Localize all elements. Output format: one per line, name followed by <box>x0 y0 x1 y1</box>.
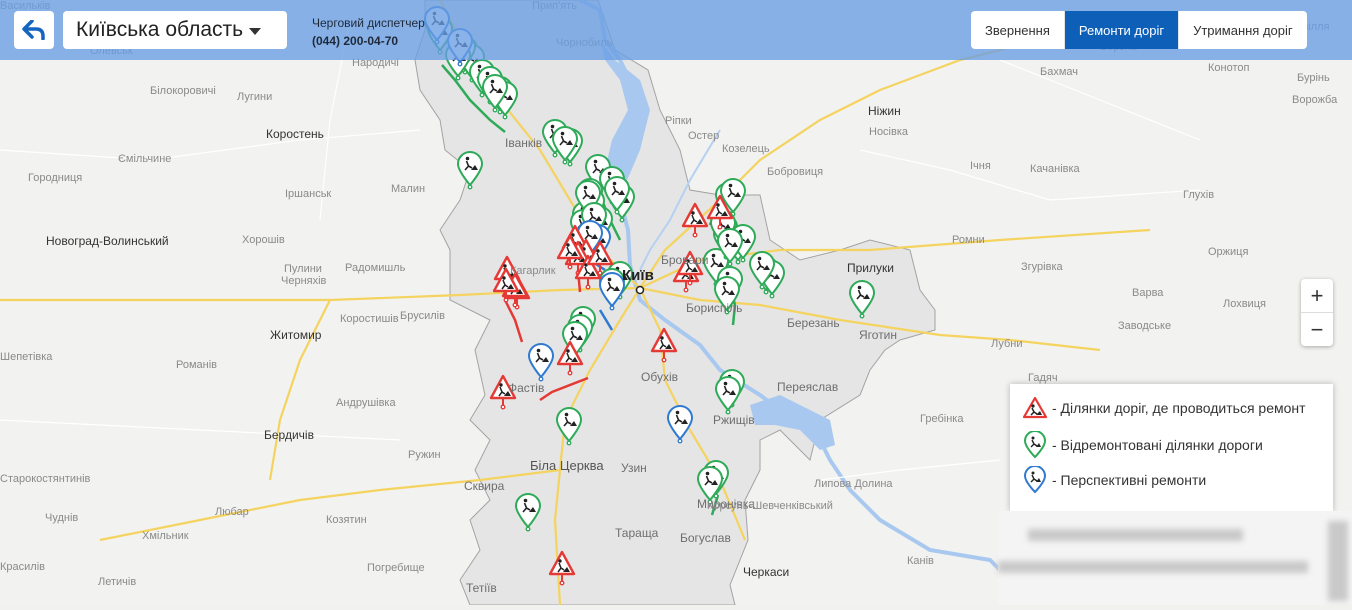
place-label: Київ <box>622 267 654 284</box>
back-button[interactable] <box>14 11 54 49</box>
place-label: Канів <box>907 555 934 567</box>
place-label: Білокоровичі <box>150 85 216 97</box>
place-label: Іршанськ <box>285 188 332 200</box>
planned-pin-icon <box>1023 466 1047 494</box>
place-label: Переяслав <box>777 380 839 394</box>
place-label: Бориспіль <box>686 301 743 315</box>
repair-warning-icon <box>1022 396 1048 419</box>
place-label: Березань <box>787 316 840 330</box>
place-label: Ромни <box>952 234 985 246</box>
place-label: Корсунь-Шевченківський <box>707 500 833 512</box>
place-label: Чуднів <box>45 512 79 524</box>
legend-label-in-repair: - Ділянки доріг, де проводиться ремонт <box>1052 400 1306 416</box>
place-label: Остер <box>688 130 720 142</box>
place-label: Черкаси <box>743 565 790 579</box>
place-label: Бердичів <box>264 428 314 442</box>
legend-item-planned: - Перспективні ремонти <box>1022 466 1206 494</box>
place-label: Шепетівка <box>0 351 53 363</box>
zoom-out-button[interactable]: − <box>1301 313 1333 346</box>
place-label: Сквира <box>464 479 505 493</box>
place-label: Тетіїв <box>466 581 497 595</box>
place-label: Бровари <box>661 253 709 267</box>
legend-label-repaired: - Відремонтовані ділянки дороги <box>1052 437 1263 453</box>
place-label: Хорошів <box>242 234 285 246</box>
legend-item-in-repair: - Ділянки доріг, де проводиться ремонт <box>1022 396 1306 420</box>
legend-item-repaired: - Відремонтовані ділянки дороги <box>1022 431 1263 459</box>
place-label: Глухів <box>1183 189 1215 201</box>
back-arrow-icon <box>22 20 45 40</box>
place-label: Старокостянтинів <box>0 473 91 485</box>
dispatcher-title: Черговий диспетчер <box>312 16 425 30</box>
place-label: Ємільчине <box>118 153 172 165</box>
place-label: Ворожба <box>1292 94 1338 106</box>
place-label: Яготин <box>859 328 898 342</box>
place-label: Бахмач <box>1040 66 1079 78</box>
place-label: Радомишль <box>345 262 406 274</box>
place-label: Носівка <box>869 126 909 138</box>
place-label: Прилуки <box>847 261 894 275</box>
place-label: Новоград-Волинський <box>46 234 169 248</box>
place-label: Кагарлик <box>510 265 556 277</box>
region-name: Київська область <box>76 18 244 41</box>
place-label: Лугини <box>237 91 273 103</box>
legend-label-planned: - Перспективні ремонти <box>1052 472 1207 488</box>
blurred-footer-text <box>998 511 1352 605</box>
place-label: Іванків <box>505 136 543 150</box>
place-label: Оржиця <box>1208 246 1249 258</box>
place-label: Ржищів <box>713 413 755 427</box>
place-label: Конотоп <box>1208 62 1250 74</box>
place-label: Красилів <box>0 561 45 573</box>
tab-road-maintenance[interactable]: Утримання доріг <box>1179 11 1307 49</box>
place-label: Ніжин <box>868 104 901 118</box>
place-label: Погребище <box>367 562 425 574</box>
repaired-pin-icon <box>1023 431 1047 459</box>
place-label: Житомир <box>270 328 322 342</box>
place-label: Гребінка <box>920 413 964 425</box>
place-label: Бурінь <box>1297 72 1330 84</box>
place-label: Узин <box>621 461 647 475</box>
place-label: Козелець <box>722 143 770 155</box>
place-label: Романів <box>176 359 218 371</box>
place-label: Обухів <box>641 370 678 384</box>
place-label: Богуслав <box>680 531 731 545</box>
place-label: Гадяч <box>1028 372 1058 384</box>
place-label: Липова Долина <box>814 478 893 490</box>
place-label: Хмільник <box>142 530 189 542</box>
dispatcher-info: Черговий диспетчер (044) 200-04-70 <box>312 14 425 50</box>
place-label: Фастів <box>508 381 545 395</box>
place-label: Любар <box>215 506 249 518</box>
place-label: Заводське <box>1118 320 1172 332</box>
place-label: Варва <box>1132 287 1164 299</box>
tab-road-repairs[interactable]: Ремонти доріг <box>1064 11 1180 49</box>
place-label: Тараща <box>615 526 659 540</box>
tab-appeals[interactable]: Звернення <box>971 11 1065 49</box>
caret-down-icon <box>249 27 262 35</box>
place-label: Городниця <box>28 172 83 184</box>
place-label: Качанівка <box>1030 163 1080 175</box>
region-select[interactable]: Київська область <box>63 11 287 49</box>
place-label: Лубни <box>991 338 1023 350</box>
place-label: Ічня <box>970 160 991 172</box>
place-label: Ріпки <box>665 115 692 127</box>
kyiv-city-dot <box>635 285 645 295</box>
place-label: Бобровиця <box>767 166 824 178</box>
place-label: Козятин <box>326 514 367 526</box>
place-label: Біла Церква <box>530 458 604 473</box>
place-label: Малин <box>391 183 426 195</box>
zoom-in-button[interactable]: + <box>1301 279 1333 313</box>
zoom-control: + − <box>1301 279 1333 346</box>
place-label: Ружин <box>408 449 441 461</box>
mode-tabs: Звернення Ремонти доріг Утримання доріг <box>971 11 1307 49</box>
dispatcher-phone[interactable]: (044) 200-04-70 <box>312 32 425 50</box>
place-label: Згурівка <box>1021 261 1063 273</box>
place-label: Лохвиця <box>1223 298 1266 310</box>
place-label: Андрушівка <box>336 397 396 409</box>
place-label: Летичів <box>98 576 137 588</box>
place-label: Коростишів <box>340 313 399 325</box>
legend: - Ділянки доріг, де проводиться ремонт -… <box>1010 384 1333 511</box>
place-label: Коростень <box>266 127 324 141</box>
place-label: Пулини <box>284 263 322 275</box>
place-label: Брусилів <box>400 310 445 322</box>
place-label: Черняхів <box>281 275 327 287</box>
